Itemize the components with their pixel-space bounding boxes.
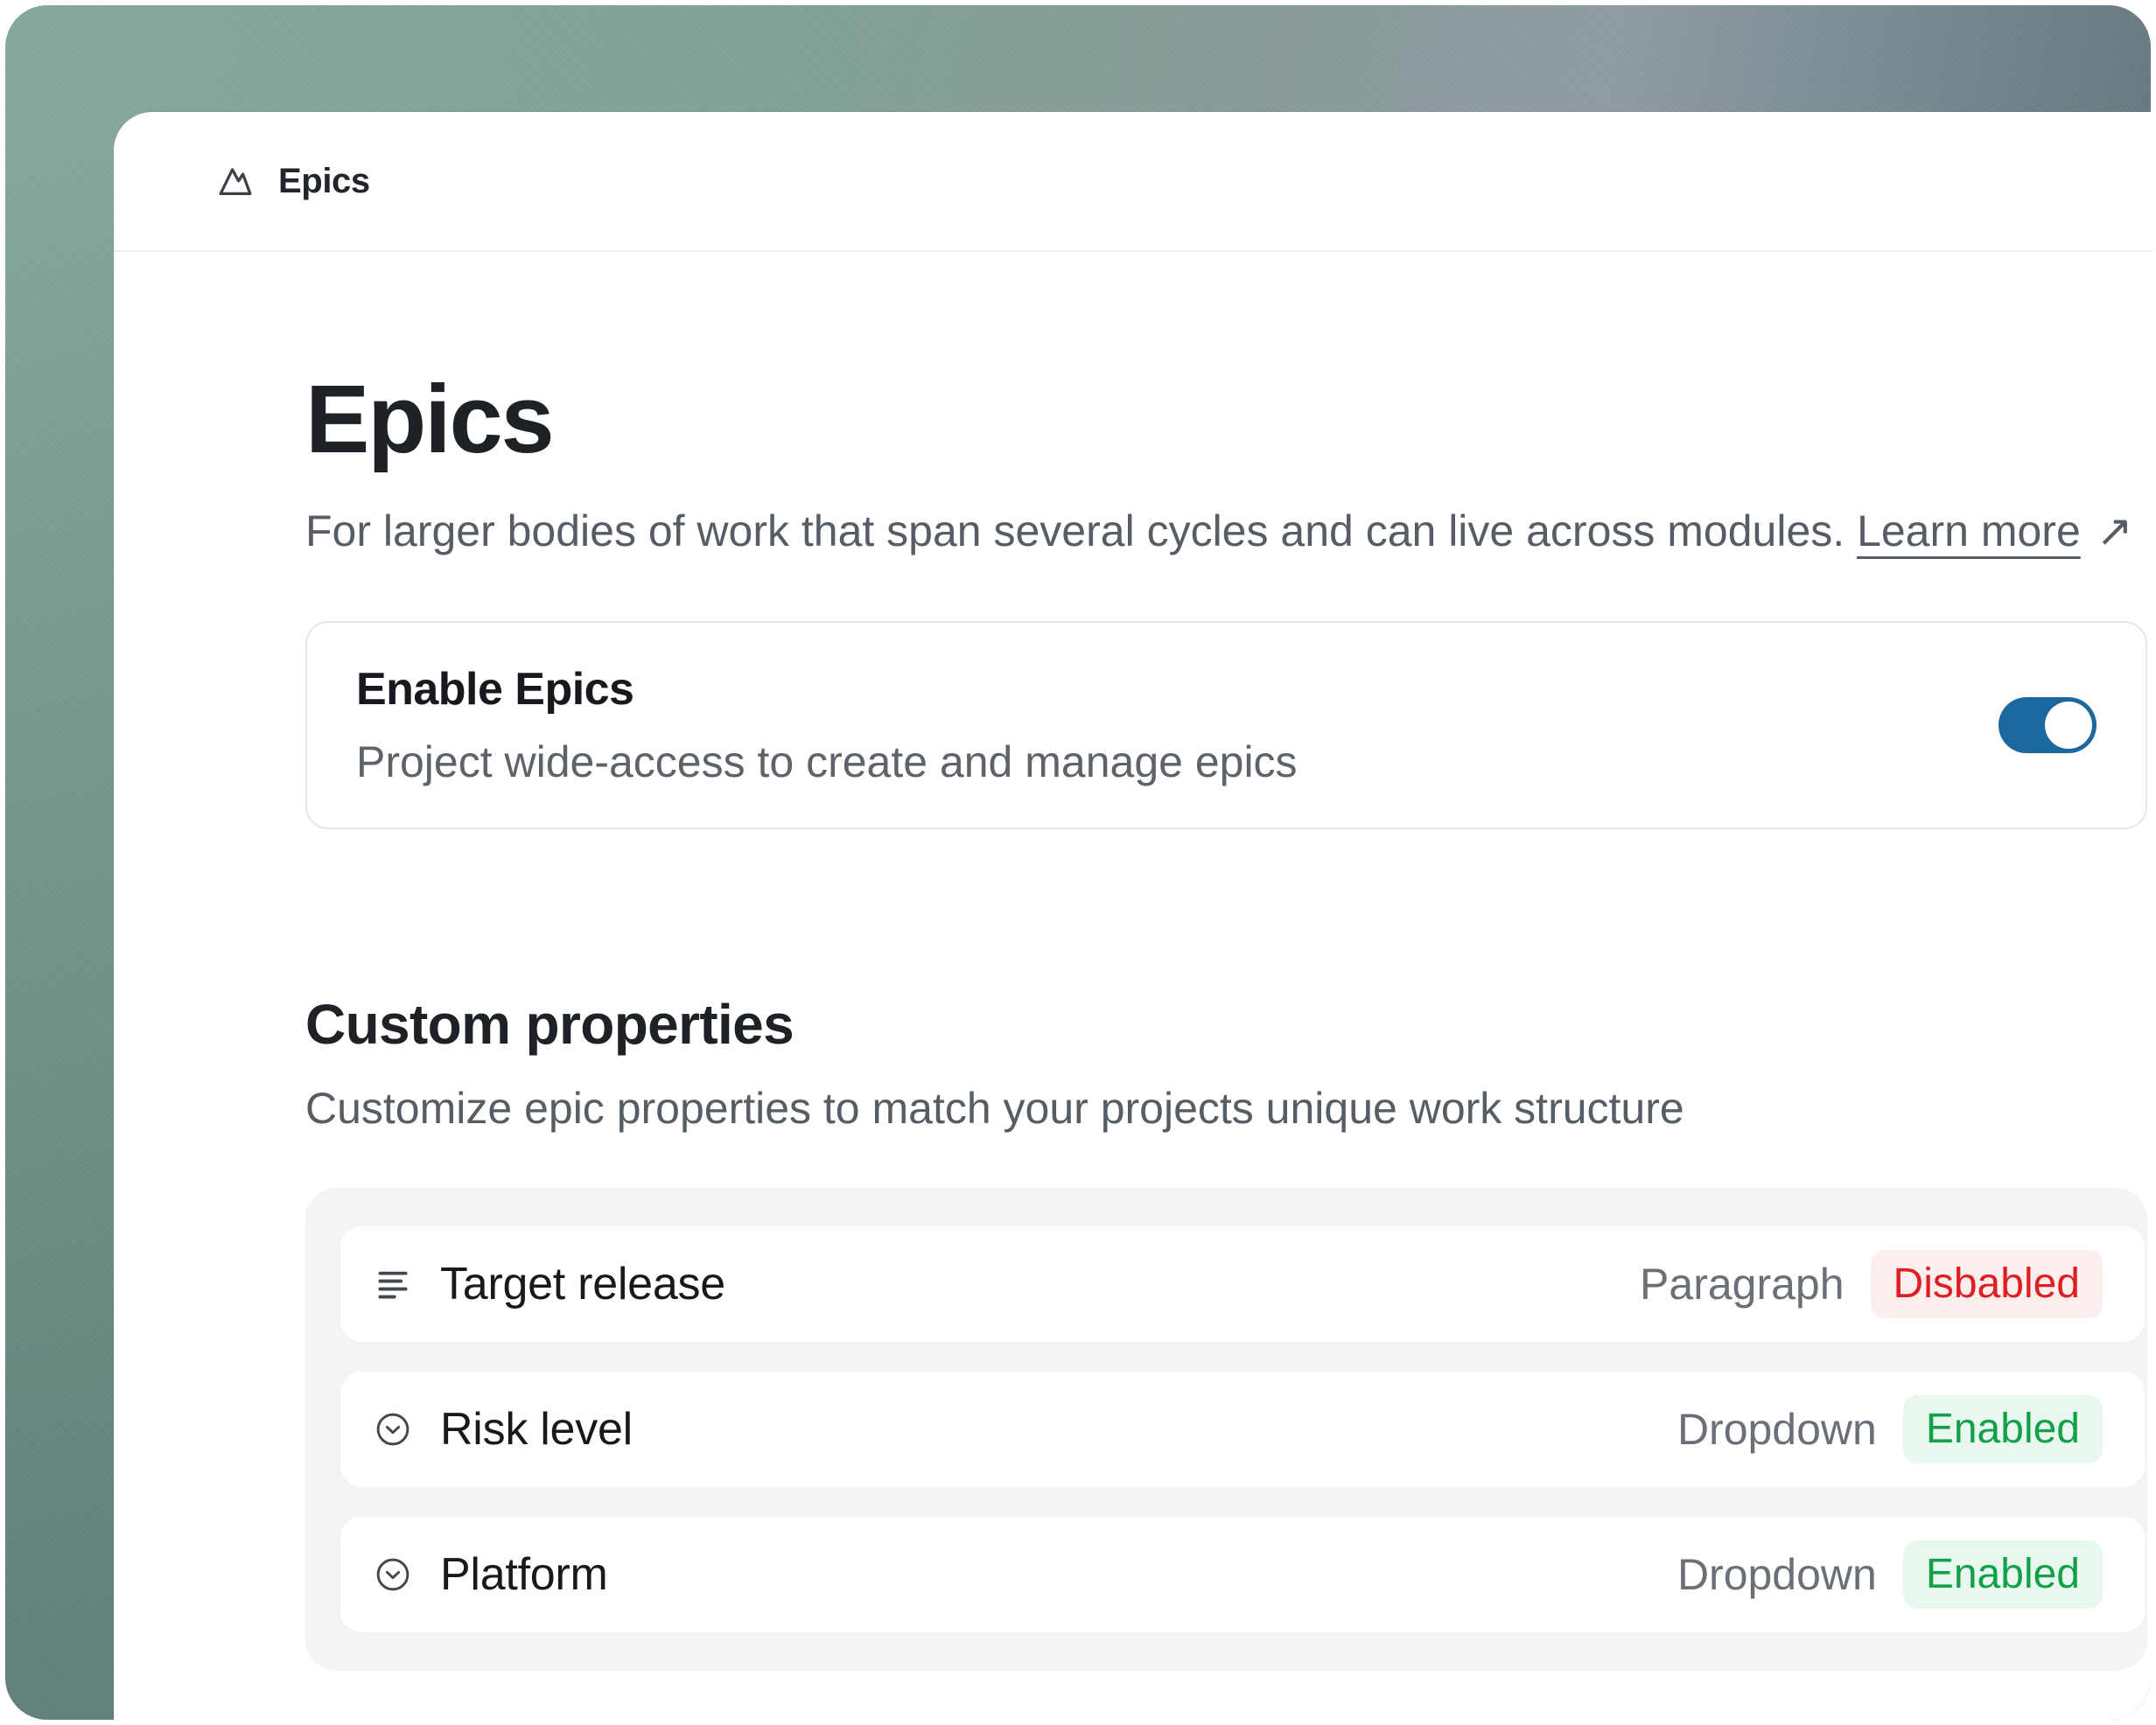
property-row-target-release[interactable]: Target release Paragraph Disbabled <box>340 1226 2145 1342</box>
enable-epics-title: Enable Epics <box>356 663 2096 716</box>
property-meta: Dropdown Enabled <box>1677 1540 2103 1609</box>
chevron-circle-icon <box>374 1410 412 1449</box>
property-meta: Dropdown Enabled <box>1677 1395 2103 1463</box>
enable-epics-card: Enable Epics Project wide-access to crea… <box>305 621 2147 829</box>
align-left-icon <box>374 1265 412 1303</box>
custom-properties-list: Target release Paragraph Disbabled Risk … <box>305 1188 2147 1671</box>
property-label: Risk level <box>440 1403 633 1456</box>
toggle-knob <box>2045 702 2092 749</box>
custom-properties-title: Custom properties <box>305 992 2147 1057</box>
property-row-platform[interactable]: Platform Dropdown Enabled <box>340 1517 2145 1632</box>
property-label: Platform <box>440 1548 608 1601</box>
external-link-arrow-icon[interactable]: ↗ <box>2096 506 2133 555</box>
screenshot-frame: Epics Epics For larger bodies of work th… <box>0 0 2156 1725</box>
panel-main: Epics For larger bodies of work that spa… <box>114 366 2151 1671</box>
enable-epics-toggle[interactable] <box>1998 697 2096 753</box>
page-description: For larger bodies of work that span seve… <box>305 503 2147 560</box>
property-type: Paragraph <box>1640 1259 1844 1309</box>
epics-mountain-icon <box>215 161 256 201</box>
breadcrumb: Epics <box>278 162 370 201</box>
status-badge: Enabled <box>1903 1540 2103 1609</box>
enable-epics-subtitle: Project wide-access to create and manage… <box>356 737 2096 787</box>
page-title: Epics <box>305 366 2147 473</box>
chevron-circle-icon <box>374 1555 412 1594</box>
status-badge: Disbabled <box>1871 1250 2103 1318</box>
learn-more-link[interactable]: Learn more <box>1857 506 2081 555</box>
custom-properties-subtitle: Customize epic properties to match your … <box>305 1083 2147 1134</box>
status-badge: Enabled <box>1903 1395 2103 1463</box>
property-type: Dropdown <box>1677 1549 1877 1600</box>
gradient-backdrop: Epics Epics For larger bodies of work th… <box>5 5 2151 1720</box>
panel-header: Epics <box>114 112 2151 252</box>
property-label: Target release <box>440 1258 725 1310</box>
property-row-risk-level[interactable]: Risk level Dropdown Enabled <box>340 1372 2145 1487</box>
property-meta: Paragraph Disbabled <box>1640 1250 2103 1318</box>
settings-panel: Epics Epics For larger bodies of work th… <box>114 112 2151 1720</box>
property-type: Dropdown <box>1677 1404 1877 1455</box>
page-description-text: For larger bodies of work that span seve… <box>305 506 1844 555</box>
